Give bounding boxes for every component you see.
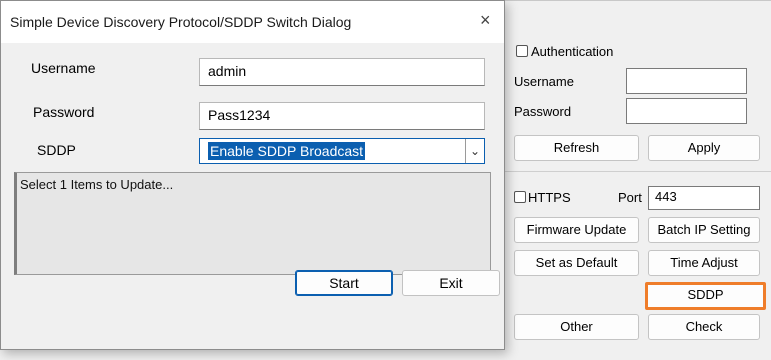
section-divider [505,171,771,172]
dialog-password-field[interactable]: Pass1234 [199,102,485,130]
username-label: Username [514,74,574,89]
username-field[interactable] [626,68,747,94]
port-field[interactable]: 443 [648,186,760,210]
dialog-titlebar: Simple Device Discovery Protocol/SDDP Sw… [1,1,504,43]
dialog-password-label: Password [33,104,95,120]
sddp-mode-select[interactable]: Enable SDDP Broadcast ⌄ [199,138,485,164]
firmware-update-button[interactable]: Firmware Update [514,217,639,243]
port-label: Port [618,190,642,205]
https-checkbox[interactable] [514,191,526,203]
sddp-selected-value: Enable SDDP Broadcast [208,142,366,160]
refresh-button[interactable]: Refresh [514,135,639,161]
panel-top-border [505,0,771,1]
sddp-button[interactable]: SDDP [645,282,766,310]
apply-button[interactable]: Apply [648,135,760,161]
https-label: HTTPS [528,190,571,205]
close-icon[interactable]: × [480,10,491,31]
check-button[interactable]: Check [648,314,760,340]
time-adjust-button[interactable]: Time Adjust [648,250,760,276]
status-text: Select 1 Items to Update... [20,177,174,192]
password-field[interactable] [626,98,747,124]
dialog-username-field[interactable]: admin [199,58,485,86]
authentication-checkbox[interactable] [516,45,528,57]
batch-ip-setting-button[interactable]: Batch IP Setting [648,217,760,243]
start-button[interactable]: Start [295,270,393,296]
other-button[interactable]: Other [514,314,639,340]
set-as-default-button[interactable]: Set as Default [514,250,639,276]
password-label: Password [514,104,572,119]
dialog-username-label: Username [31,60,96,76]
chevron-down-icon[interactable]: ⌄ [465,139,484,163]
dialog-body: Username admin Password Pass1234 SDDP En… [1,43,504,349]
sddp-switch-dialog: Simple Device Discovery Protocol/SDDP Sw… [0,0,505,350]
authentication-label: Authentication [531,44,614,59]
exit-button[interactable]: Exit [402,270,500,296]
status-box: Select 1 Items to Update... [14,172,491,275]
dialog-sddp-label: SDDP [37,142,76,158]
dialog-title: Simple Device Discovery Protocol/SDDP Sw… [10,14,352,30]
